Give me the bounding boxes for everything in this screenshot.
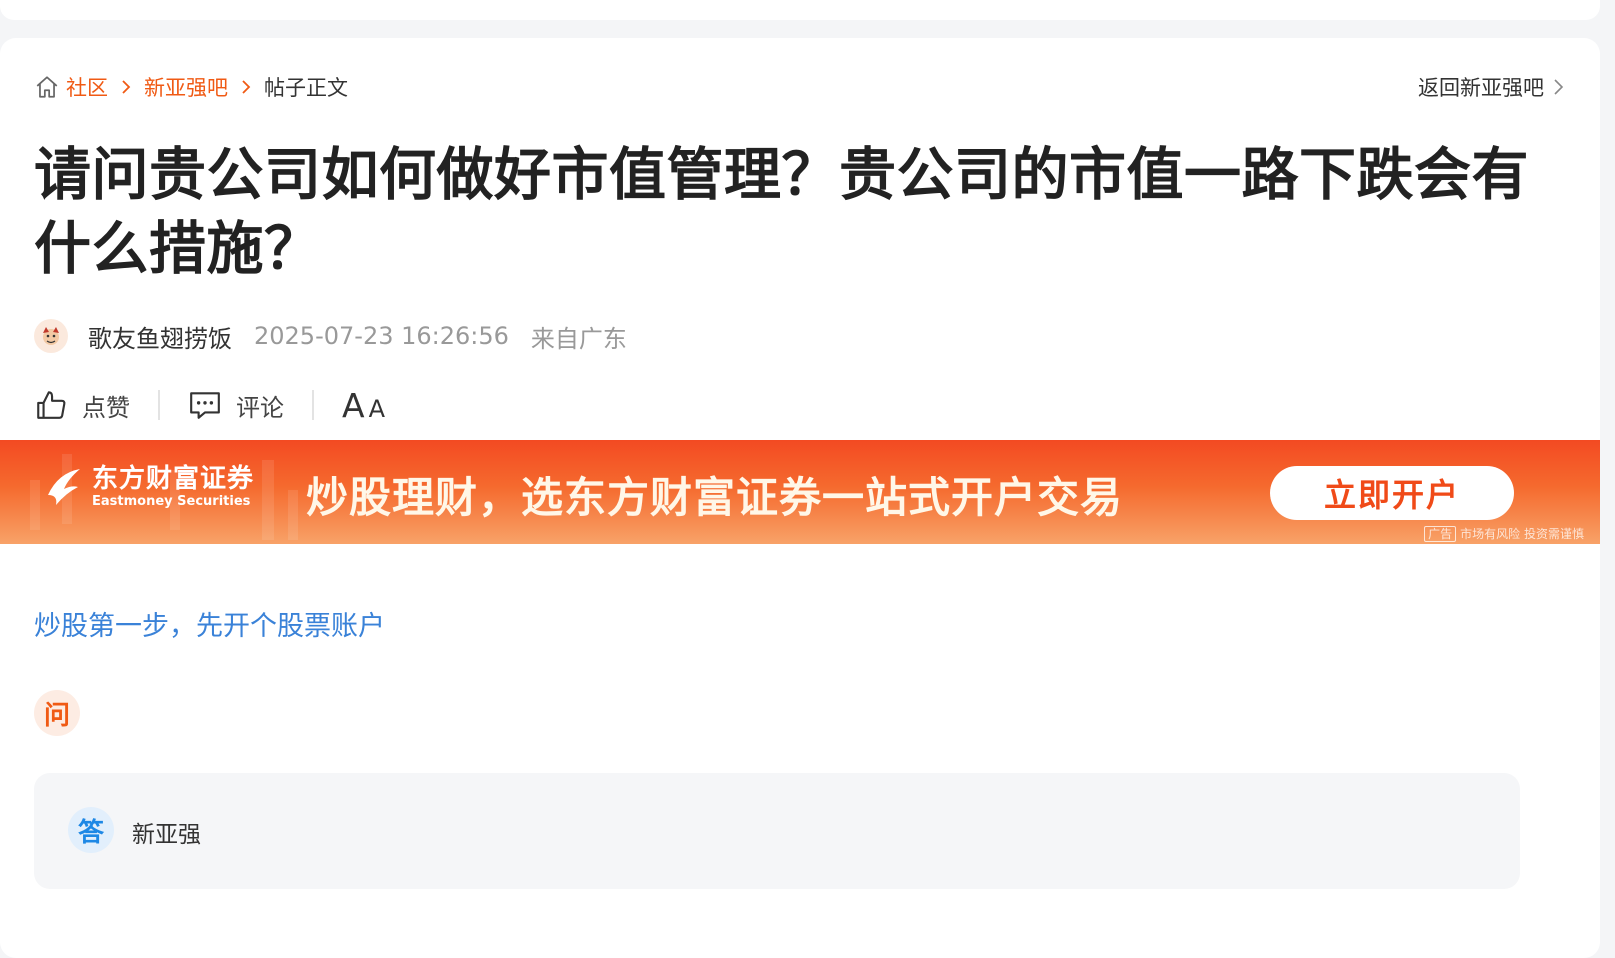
- like-label: 点赞: [82, 393, 130, 422]
- brand-name-cn: 东方财富证券: [92, 464, 255, 494]
- post-time: 2025-07-23 16:26:56: [254, 322, 509, 350]
- action-bar: 点赞 评论 A A: [34, 385, 385, 425]
- post-title: 请问贵公司如何做好市值管理？贵公司的市值一路下跌会有什么措施？: [34, 142, 1529, 282]
- font-size-large: A: [342, 385, 365, 425]
- eastmoney-logo-icon: [48, 469, 80, 505]
- banner-decoration: [30, 480, 40, 530]
- breadcrumb-forum[interactable]: 新亚强吧: [144, 72, 228, 102]
- font-size-small: A: [368, 394, 385, 423]
- divider: [312, 390, 314, 420]
- risk-notice: 广告 市场有风险 投资需谨慎: [1424, 525, 1584, 542]
- post-card: 社区 新亚强吧 帖子正文 返回新亚强吧 请问贵公司如何做好市值管理？贵公司的市值…: [0, 38, 1600, 958]
- thumbs-up-icon: [37, 391, 66, 419]
- chevron-right-icon: [1554, 79, 1564, 95]
- brand-logo: 东方财富证券 Eastmoney Securities: [44, 464, 254, 510]
- promo-link[interactable]: 炒股第一步，先开个股票账户: [34, 604, 385, 643]
- back-to-forum-link[interactable]: 返回新亚强吧: [1418, 72, 1566, 102]
- back-link-label: 返回新亚强吧: [1418, 76, 1544, 100]
- author-name[interactable]: 歌友鱼翅捞饭: [88, 319, 232, 354]
- like-button[interactable]: 点赞: [34, 388, 130, 423]
- comment-label: 评论: [236, 393, 284, 422]
- breadcrumb-current: 帖子正文: [264, 76, 348, 100]
- top-strip: [0, 0, 1600, 20]
- question-badge: 问: [34, 690, 80, 736]
- comment-icon: [190, 392, 220, 419]
- banner-slogan: 炒股理财，选东方财富证券一站式开户交易: [306, 473, 1124, 522]
- breadcrumb: 社区 新亚强吧 帖子正文: [34, 72, 348, 102]
- font-size-toggle[interactable]: A A: [342, 386, 385, 425]
- reply-name[interactable]: 新亚强: [132, 815, 201, 849]
- risk-text: 市场有风险 投资需谨慎: [1460, 527, 1584, 541]
- banner-decoration: [262, 460, 274, 540]
- avatar-icon: [43, 327, 59, 345]
- comment-button[interactable]: 评论: [188, 388, 284, 423]
- author-row: 歌友鱼翅捞饭 2025-07-23 16:26:56 来自广东: [34, 318, 627, 354]
- divider: [158, 390, 160, 420]
- chevron-right-icon: [242, 80, 251, 94]
- ad-banner[interactable]: 东方财富证券 Eastmoney Securities 炒股理财，选东方财富证券…: [0, 440, 1600, 544]
- post-location: 来自广东: [530, 324, 627, 353]
- answer-badge: 答: [68, 807, 114, 853]
- chevron-right-icon: [122, 80, 131, 94]
- breadcrumb-community[interactable]: 社区: [66, 72, 108, 102]
- open-account-button[interactable]: 立即开户: [1270, 466, 1514, 520]
- reply-box: 答 新亚强: [34, 773, 1520, 889]
- home-icon[interactable]: [34, 74, 60, 100]
- ad-tag: 广告: [1424, 526, 1457, 542]
- avatar[interactable]: [34, 319, 68, 353]
- banner-decoration: [288, 490, 298, 540]
- brand-name-en: Eastmoney Securities: [92, 494, 251, 509]
